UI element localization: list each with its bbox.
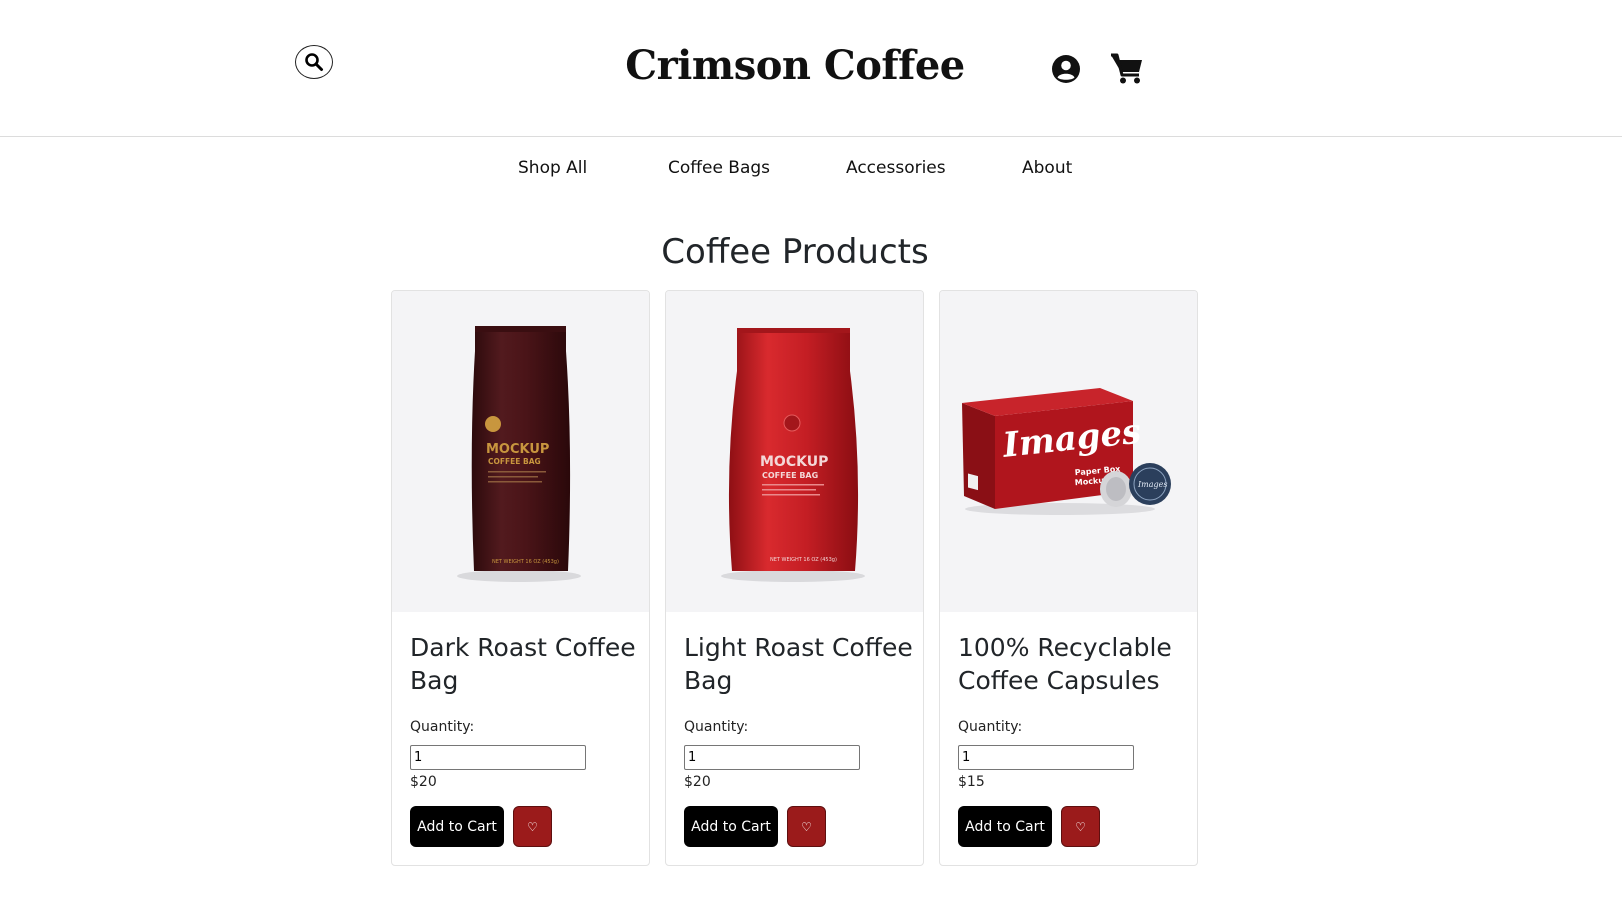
svg-text:MOCKUP: MOCKUP [760,454,828,470]
svg-text:NET WEIGHT 16 OZ (453g): NET WEIGHT 16 OZ (453g) [770,557,837,563]
product-image[interactable]: MOCKUP COFFEE BAG NET WEIGHT 16 OZ (453g… [666,291,923,612]
user-circle-icon[interactable] [1051,54,1081,84]
shopping-cart-icon[interactable] [1110,53,1144,85]
nav-coffee-bags[interactable]: Coffee Bags [668,156,770,180]
nav-accessories[interactable]: Accessories [846,156,946,180]
svg-text:NET WEIGHT 16 OZ (453g): NET WEIGHT 16 OZ (453g) [492,559,559,565]
svg-text:MOCKUP: MOCKUP [486,442,549,457]
nav-shop-all[interactable]: Shop All [518,156,587,180]
page-title: Coffee Products [661,232,929,272]
favorite-button[interactable]: ♡ [1061,806,1100,847]
quantity-label: Quantity: [410,719,475,735]
search-button[interactable] [295,45,333,79]
heart-icon: ♡ [1075,819,1086,834]
nav-about[interactable]: About [1022,156,1072,180]
favorite-button[interactable]: ♡ [787,806,826,847]
product-price: $20 [684,774,711,790]
site-brand[interactable]: Crimson Coffee [560,38,1030,94]
svg-text:Images: Images [1137,480,1167,489]
product-price: $15 [958,774,985,790]
product-card-dark-roast: MOCKUP COFFEE BAG NET WEIGHT 16 OZ (453g… [391,290,650,866]
add-to-cart-button[interactable]: Add to Cart [958,806,1052,847]
quantity-label: Quantity: [684,719,749,735]
search-icon [305,53,323,71]
quantity-input[interactable] [410,745,586,770]
heart-icon: ♡ [801,819,812,834]
add-to-cart-button[interactable]: Add to Cart [410,806,504,847]
heart-icon: ♡ [527,819,538,834]
site-header: Crimson Coffee [0,0,1622,137]
quantity-label: Quantity: [958,719,1023,735]
svg-text:COFFEE BAG: COFFEE BAG [762,471,818,480]
favorite-button[interactable]: ♡ [513,806,552,847]
add-to-cart-button[interactable]: Add to Cart [684,806,778,847]
svg-text:COFFEE BAG: COFFEE BAG [488,457,541,466]
product-card-light-roast: MOCKUP COFFEE BAG NET WEIGHT 16 OZ (453g… [665,290,924,866]
product-image[interactable]: Images Paper Box Mockup Images [940,291,1197,612]
product-price: $20 [410,774,437,790]
coffee-bag-dark-image: MOCKUP COFFEE BAG NET WEIGHT 16 OZ (453g… [457,326,581,582]
product-card-capsules: Images Paper Box Mockup Images 100% Recy… [939,290,1198,866]
product-name: Light Roast Coffee Bag [684,633,913,695]
product-name: 100% Recyclable Coffee Capsules [958,633,1172,695]
coffee-bag-light-image: MOCKUP COFFEE BAG NET WEIGHT 16 OZ (453g… [721,328,865,582]
capsule-box-image: Images Paper Box Mockup Images [962,388,1171,515]
product-image[interactable]: MOCKUP COFFEE BAG NET WEIGHT 16 OZ (453g… [392,291,649,612]
quantity-input[interactable] [958,745,1134,770]
quantity-input[interactable] [684,745,860,770]
product-name: Dark Roast Coffee Bag [410,633,636,695]
